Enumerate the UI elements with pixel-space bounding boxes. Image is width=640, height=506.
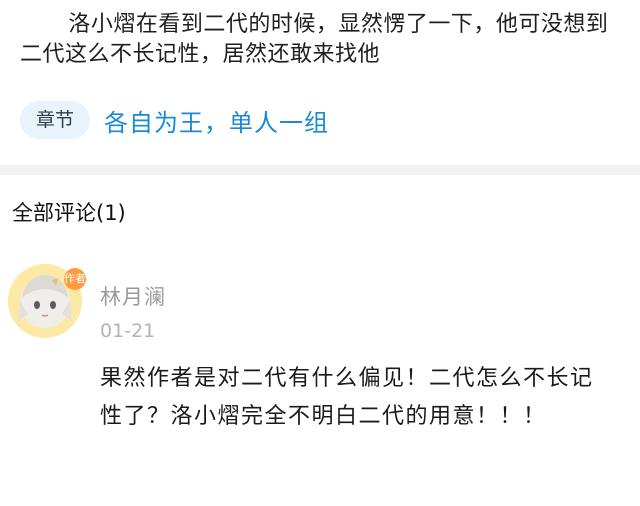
comment-username[interactable]: 林月澜 bbox=[100, 281, 166, 311]
comment-date: 01-21 bbox=[100, 320, 156, 342]
chapter-title-link[interactable]: 各自为王，单人一组 bbox=[104, 103, 329, 138]
comment-body: 果然作者是对二代有什么偏见！二代怎么不长记性了？洛小熠完全不明白二代的用意！！！ bbox=[100, 366, 594, 429]
chapter-row: 章节 各自为王，单人一组 bbox=[20, 100, 329, 140]
chapter-excerpt: 洛小熠在看到二代的时候，显然愣了一下，他可没想到二代这么不长记性，居然还敢来找他 bbox=[20, 12, 609, 67]
chapter-tag: 章节 bbox=[20, 101, 91, 139]
section-divider bbox=[0, 165, 640, 175]
author-badge: 作者 bbox=[64, 268, 86, 290]
comments-header: 全部评论(1) bbox=[12, 201, 126, 225]
